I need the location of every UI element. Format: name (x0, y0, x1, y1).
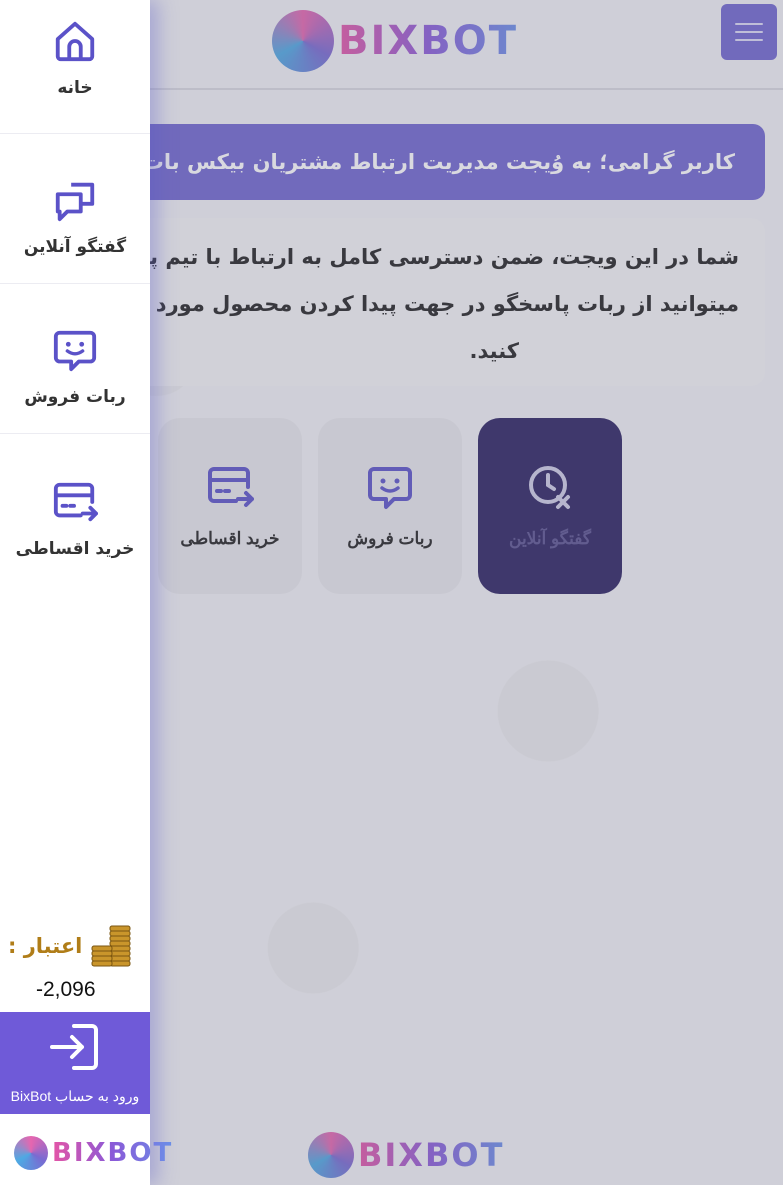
sidebar-logo-text: BIXBOT (52, 1138, 174, 1168)
home-icon (55, 21, 95, 62)
sidebar-item-sales-bot[interactable]: ربات فروش (0, 300, 150, 434)
sidebar-item-home[interactable]: خانه (0, 0, 150, 134)
sidebar-item-label: گفتگو آنلاین (23, 236, 127, 257)
login-label: ورود به حساب BixBot (10, 1087, 140, 1104)
sidebar-item-label: ربات فروش (24, 386, 126, 407)
sidebar-drawer: خانه گفتگو آنلاین ربات فروش خرید اقساطی … (0, 0, 171, 1185)
login-button[interactable]: ورود به حساب BixBot (0, 1012, 150, 1114)
sidebar-logo: BIXBOT (14, 1136, 173, 1170)
sidebar-item-label: خرید اقساطی (15, 539, 135, 559)
card-transfer-icon (53, 482, 98, 522)
login-icon (50, 1023, 98, 1070)
credit-box: اعتبار : -2,096 (0, 916, 150, 1012)
sidebar-item-label: خانه (57, 78, 93, 98)
coins-icon (91, 925, 131, 967)
sidebar-item-installment[interactable]: خرید اقساطی (0, 452, 150, 586)
sidebar-item-online-chat[interactable]: گفتگو آنلاین (0, 150, 150, 284)
credit-label: اعتبار : (8, 934, 83, 958)
brain-logo-icon (14, 1136, 48, 1170)
bot-chat-icon (53, 330, 97, 371)
chat-icon (55, 182, 95, 221)
credit-value: -2,096 (36, 978, 96, 1001)
